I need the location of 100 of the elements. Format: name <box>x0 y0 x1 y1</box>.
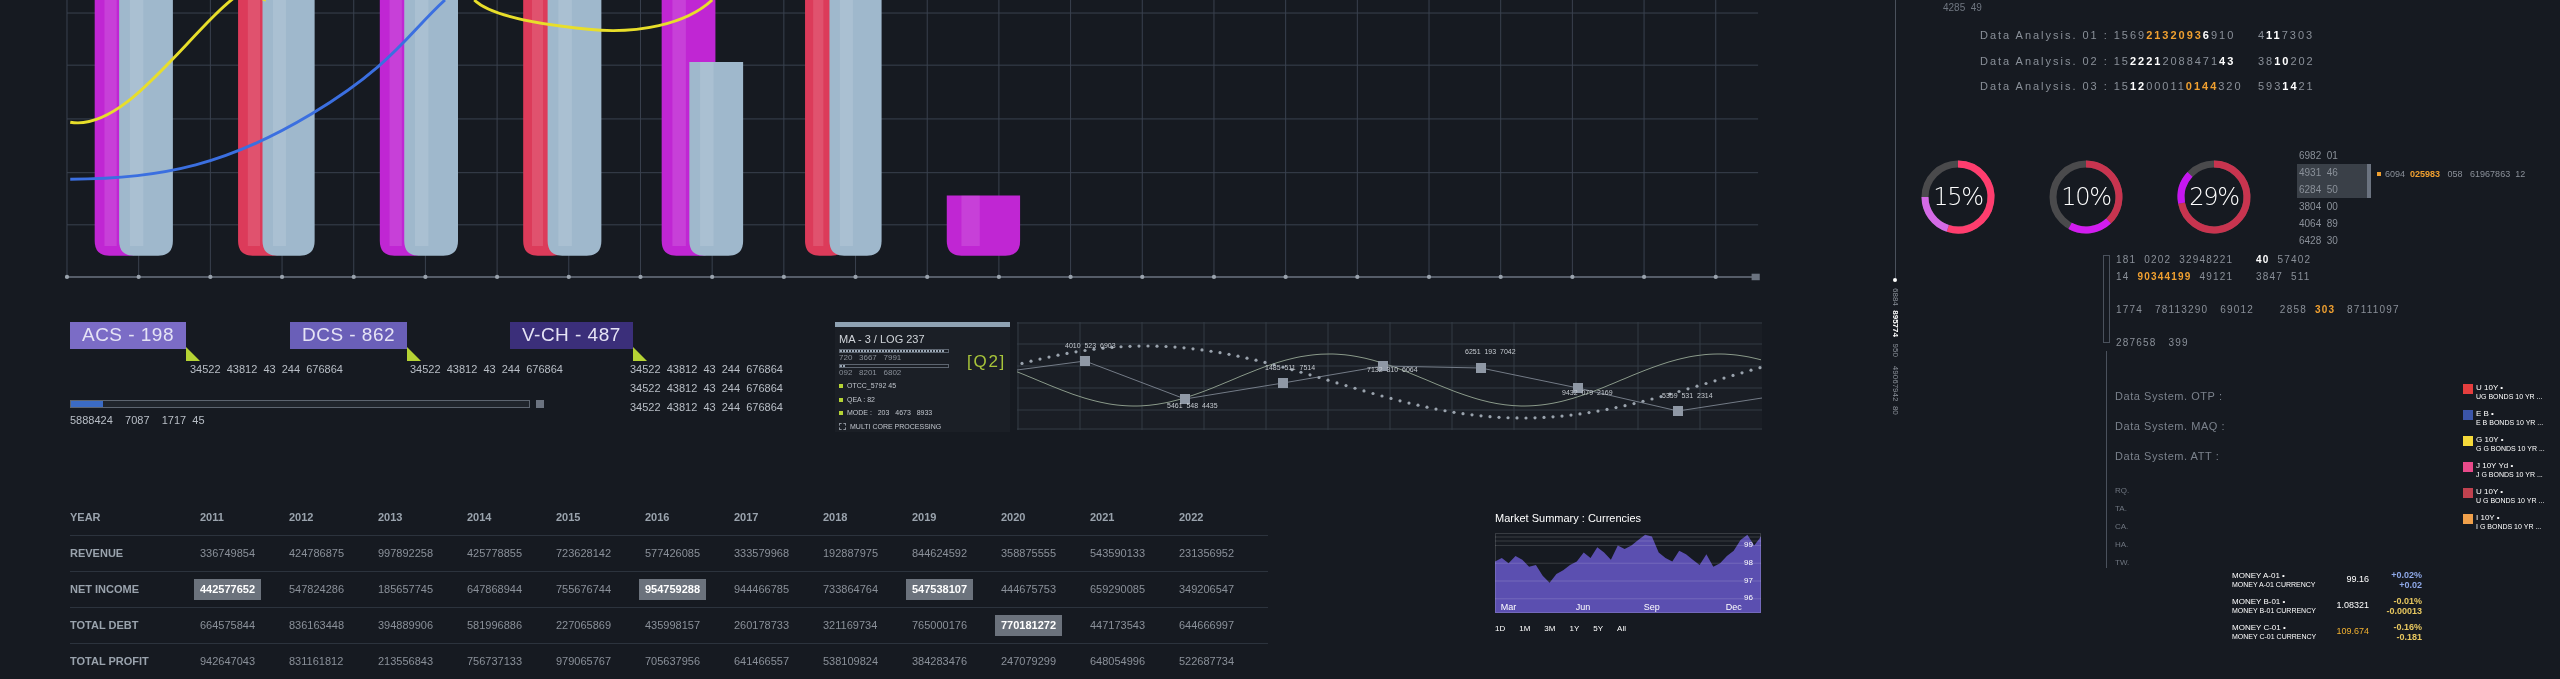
value-change: -0.00013 <box>2386 605 2422 616</box>
table-cell: 755676744 <box>556 583 612 596</box>
point-marker <box>1278 378 1288 388</box>
vertical-code: 6884 895774 950 49067942 80 <box>1890 288 1901 415</box>
point-marker <box>1476 363 1486 373</box>
range-button[interactable]: 1Y <box>1569 622 1580 635</box>
code-value: 2858 303 87111097 <box>2278 302 2400 317</box>
end-marker-icon <box>536 400 544 408</box>
table-cell: 954759288 <box>639 579 707 600</box>
table-cell: 538109824 <box>823 655 879 668</box>
readout-line: 6094 025983 058 61967863 12 <box>2385 167 2526 181</box>
table-cell: 442577652 <box>194 579 262 600</box>
table-cell: 333579968 <box>734 547 790 560</box>
reading-row-text: 6428 30 <box>2298 233 2339 248</box>
column-header: 2013 <box>378 510 404 526</box>
data-line: 34522 43812 43 244 676864 <box>190 363 343 376</box>
table-cell: 647868944 <box>467 583 523 596</box>
table-cell: 770181272 <box>995 615 1063 636</box>
table-cell: 979065767 <box>556 655 612 668</box>
table-cell: 997892258 <box>378 547 434 560</box>
table-cell: 944466785 <box>734 583 790 596</box>
value-change: +0.02 <box>2399 579 2422 590</box>
table-cell: 705637956 <box>645 655 701 668</box>
legend-label: J 10Y Yd • <box>2476 460 2515 471</box>
row-header: REVENUE <box>70 546 125 562</box>
meter-reading: 092 8201 6802 <box>839 368 902 377</box>
table-cell: 424786875 <box>289 547 345 560</box>
row-header: NET INCOME <box>70 582 141 598</box>
axis-label: 97 <box>1744 576 1753 585</box>
table-cell: 227065869 <box>556 619 612 632</box>
currency-name: MONEY A-01 • <box>2232 570 2286 581</box>
bullet-icon <box>839 397 843 402</box>
range-button[interactable]: 5Y <box>1593 622 1604 635</box>
data-line: 34522 43812 43 244 676864 <box>630 382 783 395</box>
column-header: 2022 <box>1179 510 1205 526</box>
column-header: 2019 <box>912 510 938 526</box>
axis-label: 96 <box>1744 594 1753 603</box>
table-cell: 260178733 <box>734 619 790 632</box>
table-cell: 756737133 <box>467 655 523 668</box>
reading-row-text: 3804 00 <box>2298 199 2339 214</box>
range-button[interactable]: 1D <box>1495 622 1506 635</box>
data-line: 34522 43812 43 244 676864 <box>630 363 783 376</box>
table-cell: 185657745 <box>378 583 434 596</box>
table-cell: 942647043 <box>200 655 256 668</box>
table-cell: 358875555 <box>1001 547 1057 560</box>
triangle-icon <box>632 347 647 361</box>
code-label: TW. <box>2115 556 2130 568</box>
percent-change: +0.02% <box>2391 569 2422 580</box>
range-button[interactable]: All <box>1617 622 1626 635</box>
code-line: 287658 399 <box>2116 335 2190 350</box>
system-label: Data System. ATT : <box>2115 448 2220 463</box>
row-header: TOTAL PROFIT <box>70 654 150 670</box>
table-cell: 733864764 <box>823 583 879 596</box>
analysis-value: 38 10 202 <box>2258 53 2315 69</box>
column-header: 2020 <box>1001 510 1027 526</box>
table-cell: 648054996 <box>1090 655 1146 668</box>
axis-label: 99 <box>1744 540 1753 549</box>
code-value: 3847 511 <box>2256 269 2311 284</box>
code-label: RQ. <box>2115 484 2130 496</box>
currency-name: MONEY B-01 • <box>2232 596 2287 607</box>
table-cell: 394889906 <box>378 619 434 632</box>
column-header: 2017 <box>734 510 760 526</box>
reading-row: 4931 46 <box>2297 163 2371 181</box>
reading-row-text: 6982 01 <box>2298 148 2339 163</box>
value-change: -0.181 <box>2396 631 2422 642</box>
point-marker <box>1673 406 1683 416</box>
axis-label: Sep <box>1643 602 1660 612</box>
table-cell: 664575844 <box>200 619 256 632</box>
table-cell: 765000176 <box>912 619 968 632</box>
currency-price: 109.674 <box>2335 624 2369 638</box>
table-cell: 547538107 <box>906 579 974 600</box>
currency-price: 99.16 <box>2345 572 2369 586</box>
table-cell: 247079299 <box>1001 655 1057 668</box>
table-cell: 836163448 <box>289 619 345 632</box>
code-label: HA. <box>2115 538 2129 550</box>
column-header: 2018 <box>823 510 849 526</box>
system-label: Data System. OTP : <box>2115 388 2223 403</box>
range-button[interactable]: 1M <box>1519 622 1531 635</box>
table-cell: 349206547 <box>1179 583 1235 596</box>
column-header: 2012 <box>289 510 315 526</box>
axis-label: Mar <box>1500 602 1517 612</box>
range-button[interactable]: 3M <box>1544 622 1556 635</box>
table-cell: 231356952 <box>1179 547 1235 560</box>
column-header: 2015 <box>556 510 582 526</box>
code-line: 181 0202 32948221 <box>2116 252 2235 267</box>
tag-label: V-CH - 487 <box>510 322 633 349</box>
caption: 4285 49 <box>1943 1 1983 15</box>
meter-reading: 720 3667 7991 <box>839 353 902 362</box>
data-line: 34522 43812 43 244 676864 <box>630 401 783 414</box>
percent-value: 29% <box>2189 182 2239 211</box>
table-cell: 447173543 <box>1090 619 1146 632</box>
column-header: YEAR <box>70 510 102 526</box>
percent-change: -0.16% <box>2393 621 2422 632</box>
table-cell: 831161812 <box>289 655 344 668</box>
column-header: 2011 <box>200 510 225 526</box>
analysis-value: 4117303 <box>2258 28 2315 43</box>
column-header: 2014 <box>467 510 493 526</box>
code-label: CA. <box>2115 520 2129 532</box>
percent-change: -0.01% <box>2393 595 2422 606</box>
analysis-line: Data Analysis. 02 : 152221 208847143 <box>1980 53 2237 69</box>
